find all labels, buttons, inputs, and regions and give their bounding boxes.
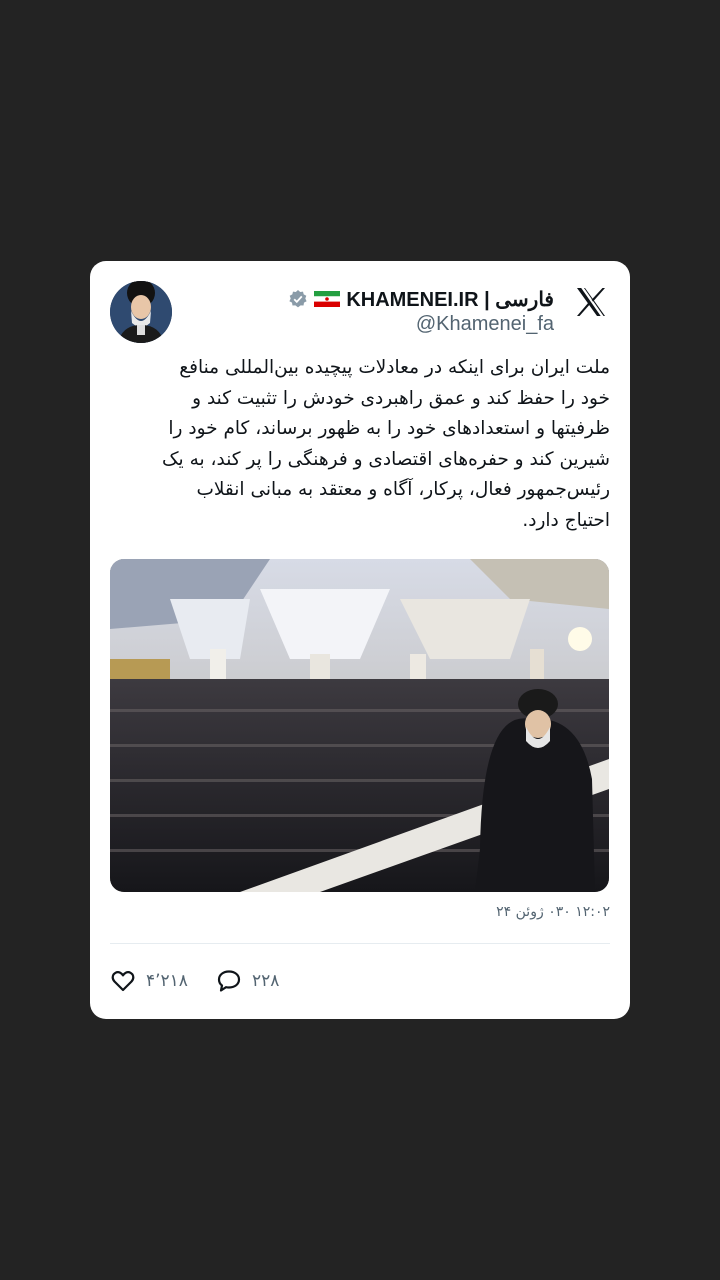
heart-icon xyxy=(111,971,135,992)
action-bar: ۴٬۲۱۸ ۲۲۸ xyxy=(110,967,307,995)
handle[interactable]: @Khamenei_fa xyxy=(416,313,554,336)
iran-flag-icon xyxy=(314,291,341,307)
reply-button[interactable]: ۲۲۸ xyxy=(216,968,279,994)
tweet-line: رئیس‌جمهور فعال، پرکار، آگاه و معتقد به … xyxy=(196,479,610,500)
author-line[interactable]: KHAMENEI.IR | فارسی xyxy=(288,285,554,313)
tweet-line: احتیاج دارد. xyxy=(522,509,610,531)
tweet-line: ظرفیتها و استعدادهای خود را به ظهور برسا… xyxy=(168,418,610,439)
tweet-line: شیرین کند و حفره‌های اقتصادی و فرهنگی را… xyxy=(161,448,610,470)
avatar[interactable] xyxy=(110,281,172,343)
like-count: ۴٬۲۱۸ xyxy=(146,971,188,991)
verified-badge-icon xyxy=(288,289,308,309)
tweet-photo[interactable] xyxy=(110,559,609,892)
tweet-timestamp[interactable]: ۱۲:۰۲ ۰۳۰ ژوئن ۲۴ xyxy=(496,904,610,920)
display-name[interactable]: KHAMENEI.IR | فارسی xyxy=(346,287,554,312)
like-button[interactable]: ۴٬۲۱۸ xyxy=(110,968,188,994)
tweet-line: خود را حفظ کند و عمق راهبردی خودش را تثب… xyxy=(192,387,610,409)
x-logo-icon[interactable] xyxy=(574,285,608,319)
tweet-text: ملت ایران برای اینکه در معادلات پیچیده ب… xyxy=(110,353,610,536)
divider xyxy=(110,943,610,944)
tweet-line: ملت ایران برای اینکه در معادلات پیچیده ب… xyxy=(179,357,610,378)
reply-count: ۲۲۸ xyxy=(251,971,280,991)
reply-icon xyxy=(217,970,241,992)
tweet-card[interactable]: KHAMENEI.IR | فارسی @Khamenei_fa ملت ایر… xyxy=(90,261,630,1019)
